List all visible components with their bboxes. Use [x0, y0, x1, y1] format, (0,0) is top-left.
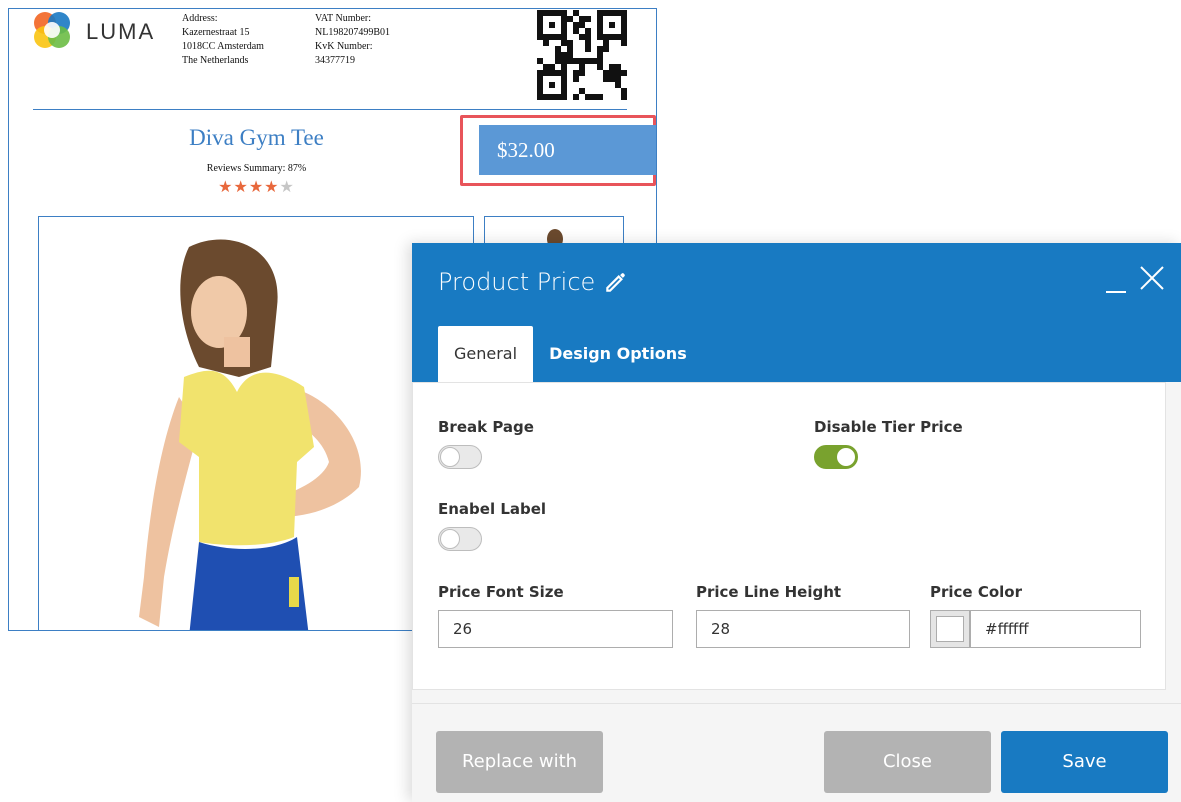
address-label: Address: [182, 13, 218, 24]
price-line-height-input[interactable]: 28 [696, 610, 910, 648]
tab-general[interactable]: General [438, 326, 534, 382]
vat-label: VAT Number: [315, 13, 372, 24]
star-icon: ★ [233, 179, 249, 196]
star-icon: ★ [279, 179, 295, 196]
rating-stars: ★★★★★ [109, 177, 404, 197]
save-button[interactable]: Save [1001, 731, 1168, 793]
header-divider [33, 109, 627, 110]
price-line-height-label: Price Line Height [696, 583, 842, 601]
replace-with-button[interactable]: Replace with [436, 731, 603, 793]
reviews-summary: Reviews Summary: 87% [206, 163, 307, 174]
price-color-swatch[interactable] [930, 610, 970, 648]
kvk-label: KvK Number: [315, 41, 373, 52]
logo-text: LUMA [86, 19, 156, 44]
disable-tier-price-label: Disable Tier Price [814, 418, 963, 436]
luma-logo: LUMA [34, 12, 155, 52]
luma-logo-icon [34, 12, 74, 52]
model-photo [139, 239, 361, 630]
pencil-icon[interactable] [603, 269, 629, 295]
modal-tabs: General Design Options [438, 326, 703, 382]
break-page-toggle[interactable] [438, 445, 482, 469]
modal-header: Product Price General Design Options [412, 243, 1181, 382]
product-price[interactable]: $32.00 [479, 125, 656, 175]
disable-tier-price-toggle[interactable] [814, 445, 858, 469]
close-icon[interactable] [1139, 265, 1165, 291]
star-icon: ★ [248, 179, 265, 196]
address-country: The Netherlands [182, 55, 249, 66]
star-icon: ★ [218, 179, 234, 196]
minimize-button[interactable] [1106, 265, 1128, 295]
enable-label-label: Enabel Label [438, 500, 547, 518]
enable-label-toggle[interactable] [438, 527, 482, 551]
company-vat: VAT Number: NL198207499B01 KvK Number: 3… [315, 12, 390, 68]
company-address: Address: Kazernestraat 15 1018CC Amsterd… [182, 12, 264, 68]
address-city: 1018CC Amsterdam [182, 41, 264, 52]
modal-title: Product Price [438, 268, 629, 296]
qr-code [537, 10, 627, 100]
product-name: Diva Gym Tee [189, 125, 324, 150]
price-color-label: Price Color [930, 583, 1022, 601]
color-preview [936, 616, 964, 642]
product-image [38, 216, 474, 630]
kvk-number: 34377719 [315, 55, 355, 66]
modal-title-text: Product Price [438, 268, 596, 296]
star-icon: ★ [264, 179, 280, 196]
product-price-modal: Product Price General Design Options Bre… [412, 243, 1181, 802]
price-font-size-input[interactable]: 26 [438, 610, 673, 648]
price-font-size-label: Price Font Size [438, 583, 564, 601]
price-color-input[interactable]: #ffffff [970, 610, 1141, 648]
vat-number: NL198207499B01 [315, 27, 390, 38]
address-street: Kazernestraat 15 [182, 27, 250, 38]
tab-design-options[interactable]: Design Options [533, 326, 703, 382]
close-button[interactable]: Close [824, 731, 991, 793]
break-page-label: Break Page [438, 418, 534, 436]
